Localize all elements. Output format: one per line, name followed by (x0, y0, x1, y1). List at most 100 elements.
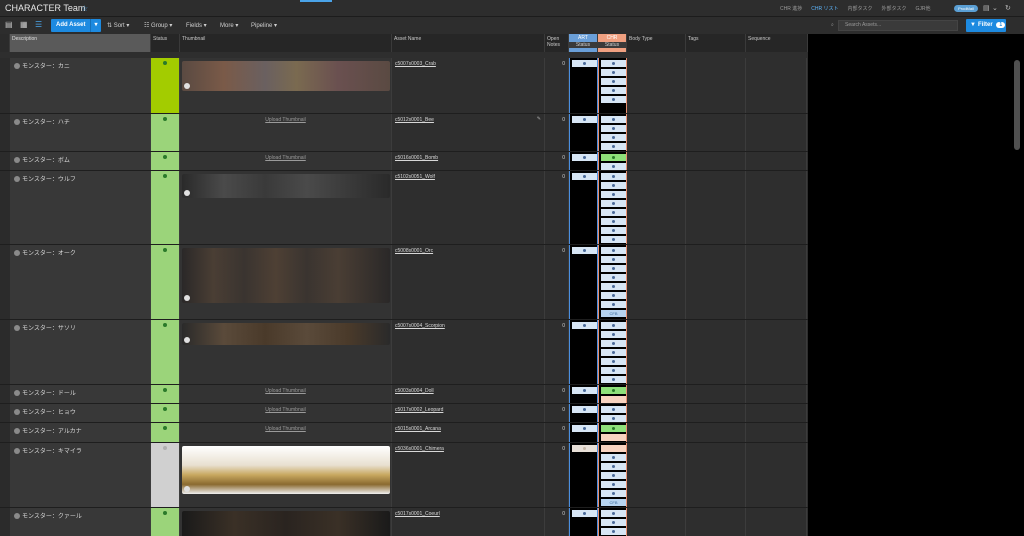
thumbnail-cell[interactable] (180, 171, 392, 244)
body-type-cell[interactable] (627, 443, 686, 507)
open-notes-count[interactable]: 0 (545, 245, 569, 319)
body-type-cell[interactable] (627, 404, 686, 422)
asset-name-link[interactable]: c5012s0001_Bee ✎ (392, 114, 545, 151)
play-icon[interactable] (184, 295, 190, 301)
chr-status-cell[interactable] (598, 320, 627, 384)
tags-cell[interactable] (686, 245, 746, 319)
tags-cell[interactable] (686, 58, 746, 113)
art-status-pill[interactable] (572, 322, 597, 329)
chr-status-pill[interactable]: CFB (601, 310, 626, 317)
sequence-cell[interactable] (746, 423, 807, 442)
upload-thumbnail-link[interactable]: Upload Thumbnail (180, 117, 391, 123)
open-notes-count[interactable]: 0 (545, 114, 569, 151)
chr-status-pill[interactable] (601, 87, 626, 94)
edit-pencil-icon[interactable]: ✎ (537, 116, 541, 122)
thumbnail-image[interactable] (182, 446, 390, 494)
body-type-cell[interactable] (627, 423, 686, 442)
sequence-cell[interactable] (746, 58, 807, 113)
art-status-cell[interactable] (569, 385, 598, 403)
chr-status-pill[interactable] (601, 125, 626, 132)
upload-thumbnail-link[interactable]: Upload Thumbnail (180, 426, 391, 432)
chr-status-pill[interactable] (601, 134, 626, 141)
sequence-cell[interactable] (746, 508, 807, 536)
thumbnail-cell[interactable] (180, 320, 392, 384)
status-cell[interactable] (151, 404, 180, 422)
row-select-checkbox[interactable] (0, 508, 10, 536)
row-select-checkbox[interactable] (0, 443, 10, 507)
asset-name-link[interactable]: c5015s0001_Arcana (392, 423, 545, 442)
add-asset-button[interactable]: Add Asset ▾ (51, 19, 101, 32)
group-menu[interactable]: ☷ Group ▾ (144, 22, 172, 29)
chr-status-pill[interactable] (601, 406, 626, 413)
chr-status-cell[interactable] (598, 385, 627, 403)
chr-status-pill[interactable] (601, 396, 626, 403)
tags-cell[interactable] (686, 385, 746, 403)
open-notes-count[interactable]: 0 (545, 443, 569, 507)
chr-status-cell[interactable] (598, 58, 627, 113)
art-status-pill[interactable] (572, 247, 597, 254)
body-type-cell[interactable] (627, 320, 686, 384)
thumbnail-image[interactable] (182, 174, 390, 198)
chr-status-cell[interactable] (598, 114, 627, 151)
chr-status-pill[interactable] (601, 173, 626, 180)
asset-name-link[interactable]: c5003s0004_Doll (392, 385, 545, 403)
row-select-checkbox[interactable] (0, 114, 10, 151)
description-cell[interactable]: モンスター：オーク (10, 245, 151, 319)
art-status-pill[interactable] (572, 116, 597, 123)
chr-status-pill[interactable] (601, 96, 626, 103)
status-cell[interactable] (151, 171, 180, 244)
column-header-asset-name[interactable]: Asset Name (392, 34, 545, 52)
table-row[interactable]: モンスター：ウルフ c5102s0051_Wolf 0 (0, 171, 808, 245)
thumbnail-image[interactable] (182, 323, 390, 345)
chr-status-pill[interactable] (601, 78, 626, 85)
chr-status-pill[interactable] (601, 340, 626, 347)
list-view-icon[interactable]: ▤ (5, 21, 13, 29)
chr-status-pill[interactable] (601, 454, 626, 461)
body-type-cell[interactable] (627, 114, 686, 151)
status-cell[interactable] (151, 320, 180, 384)
asset-name-link[interactable]: c5017s0002_Leopard (392, 404, 545, 422)
thumbnail-cell[interactable] (180, 245, 392, 319)
sequence-cell[interactable] (746, 171, 807, 244)
description-cell[interactable]: モンスター：ハチ (10, 114, 151, 151)
art-status-pill[interactable] (572, 173, 597, 180)
chr-status-pill[interactable] (601, 472, 626, 479)
refresh-icon[interactable]: ↻ (1005, 4, 1011, 12)
body-type-cell[interactable] (627, 508, 686, 536)
open-notes-count[interactable]: 0 (545, 58, 569, 113)
art-status-cell[interactable] (569, 171, 598, 244)
chr-status-pill[interactable]: CFB (601, 499, 626, 506)
thumbnail-cell[interactable] (180, 58, 392, 113)
upload-thumbnail-link[interactable]: Upload Thumbnail (180, 155, 391, 161)
column-header-open-notes[interactable]: Open Notes (545, 34, 569, 52)
asset-name-link[interactable]: c5102s0051_Wolf (392, 171, 545, 244)
chr-status-pill[interactable] (601, 116, 626, 123)
column-header-art-status[interactable]: ART Status (569, 34, 598, 52)
art-status-cell[interactable] (569, 58, 598, 113)
chr-status-pill[interactable] (601, 60, 626, 67)
chr-status-pill[interactable] (601, 322, 626, 329)
chr-status-cell[interactable] (598, 171, 627, 244)
table-row[interactable]: モンスター：ボム Upload Thumbnail c5016s0001_Bomb 0 (0, 152, 808, 171)
chr-status-pill[interactable] (601, 528, 626, 535)
status-cell[interactable] (151, 58, 180, 113)
tags-cell[interactable] (686, 152, 746, 170)
table-row[interactable]: モンスター：カニ c5007s0003_Crab 0 (0, 58, 808, 114)
tags-cell[interactable] (686, 171, 746, 244)
table-row[interactable]: モンスター：ハチ Upload Thumbnail c5012s0001_Bee ✎ 0 (0, 114, 808, 152)
column-header-description[interactable]: Description (10, 34, 151, 52)
thumbnail-cell[interactable]: Upload Thumbnail (180, 423, 392, 442)
table-row[interactable]: モンスター：キマイラ c5036s0001_Chimera 0 CFB (0, 443, 808, 508)
thumbnail-cell[interactable]: Upload Thumbnail (180, 114, 392, 151)
open-notes-count[interactable]: 0 (545, 171, 569, 244)
asset-name-link[interactable]: c5036s0001_Chimera (392, 443, 545, 507)
column-header-thumbnail[interactable]: Thumbnail (180, 34, 392, 52)
nav-link-external-tasks[interactable]: 外部タスク (881, 6, 906, 12)
description-cell[interactable]: モンスター：カニ (10, 58, 151, 113)
prodmail-pill[interactable]: ProdMail (954, 5, 978, 12)
sequence-cell[interactable] (746, 245, 807, 319)
open-notes-count[interactable]: 0 (545, 152, 569, 170)
description-cell[interactable]: モンスター：サソリ (10, 320, 151, 384)
column-header-status[interactable]: Status (151, 34, 180, 52)
table-row[interactable]: モンスター：アルカナ Upload Thumbnail c5015s0001_Arc… (0, 423, 808, 443)
